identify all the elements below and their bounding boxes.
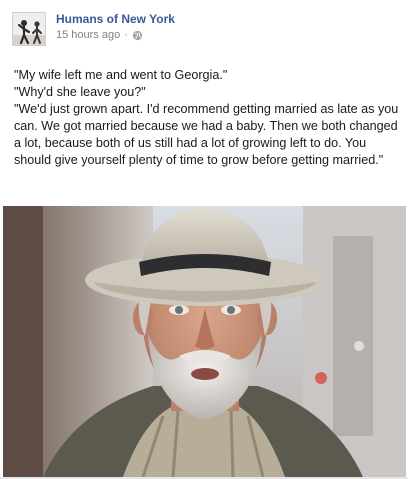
globe-icon[interactable]	[132, 30, 143, 41]
post-header: Humans of New York 15 hours ago ·	[12, 12, 392, 46]
post-timestamp[interactable]: 15 hours ago	[56, 29, 120, 41]
post-line-3: "We'd just grown apart. I'd recommend ge…	[14, 102, 399, 167]
portrait-photo-image	[3, 206, 406, 477]
post-message: "My wife left me and went to Georgia." "…	[14, 67, 399, 169]
facebook-post: Humans of New York 15 hours ago · "My wi…	[0, 0, 408, 479]
portrait-photo[interactable]	[3, 206, 406, 477]
page-name-link[interactable]: Humans of New York	[56, 12, 175, 26]
post-meta: 15 hours ago ·	[56, 29, 143, 41]
profile-photo-icon	[13, 13, 45, 45]
post-line-2: "Why'd she leave you?"	[14, 85, 146, 99]
post-meta-separator: ·	[124, 29, 128, 41]
post-line-1: "My wife left me and went to Georgia."	[14, 68, 228, 82]
page-avatar[interactable]	[12, 12, 46, 46]
